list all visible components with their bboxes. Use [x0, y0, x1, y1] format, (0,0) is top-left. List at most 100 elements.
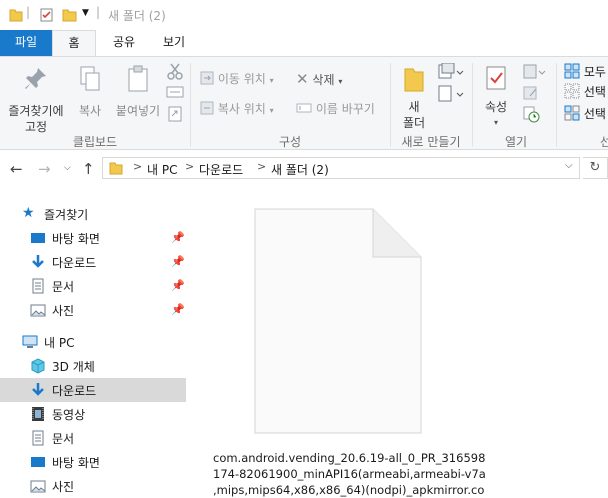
select-group-label: 선 — [600, 135, 608, 149]
organize-group-label: 구성 — [278, 135, 302, 149]
delete-button[interactable]: ✕ 삭제 ▾ — [296, 70, 342, 88]
sidebar-item-desktop[interactable]: 바탕 화면 📌 — [0, 226, 186, 250]
sidebar-item-label: 즐겨찾기 — [44, 208, 89, 222]
sidebar-item-label: 바탕 화면 — [52, 232, 100, 246]
sidebar-item-desktop-pc[interactable]: 바탕 화면 — [0, 450, 186, 474]
group-separator — [556, 63, 557, 147]
breadcrumb-new-folder-2[interactable]: 새 폴더 (2) — [271, 161, 329, 178]
rename-icon — [296, 103, 312, 113]
computer-icon — [22, 335, 38, 348]
invert-selection-label: 선택 — [583, 107, 606, 121]
copy-icon — [80, 66, 100, 91]
forward-arrow-icon[interactable]: → — [38, 160, 51, 178]
pin-icon[interactable]: 📌 — [171, 231, 185, 244]
tab-home[interactable]: 홈 — [52, 30, 96, 56]
tab-file[interactable]: 파일 — [0, 30, 52, 56]
pin-icon[interactable]: 📌 — [171, 303, 185, 316]
new-folder-icon — [404, 68, 424, 92]
pin-icon[interactable]: 📌 — [171, 255, 185, 268]
sidebar-item-label: 사진 — [52, 480, 75, 494]
copy-to-button[interactable]: 복사 위치 ▾ — [200, 100, 274, 117]
pin-to-quick-access-button[interactable]: 즐겨찾기에 고정 — [4, 65, 68, 135]
sidebar-item-label: 사진 — [52, 304, 75, 318]
pin-icon[interactable]: 📌 — [171, 279, 185, 292]
folder-icon — [109, 162, 123, 175]
paste-shortcut-icon[interactable] — [166, 105, 184, 126]
sidebar-item-3d-objects[interactable]: 3D 개체 — [0, 354, 186, 378]
properties-button[interactable]: 속성 ▾ — [478, 65, 514, 131]
cut-icon[interactable] — [166, 63, 184, 84]
sidebar-item-label: 동영상 — [52, 408, 86, 422]
sidebar-item-label: 다운로드 — [52, 384, 97, 398]
copy-to-icon — [200, 101, 214, 115]
address-dropdown-icon[interactable]: ⌵ — [565, 160, 573, 171]
select-all-icon — [564, 63, 580, 79]
sidebar-item-label: 3D 개체 — [52, 360, 95, 374]
group-separator — [472, 63, 473, 147]
breadcrumb-downloads[interactable]: 다운로드 — [199, 161, 243, 178]
download-icon — [32, 383, 44, 396]
sidebar-item-downloads-pc[interactable]: 다운로드 — [0, 378, 186, 402]
rename-button[interactable]: 이름 바꾸기 — [296, 100, 375, 117]
pin-icon — [25, 68, 46, 89]
copy-to-label: 복사 위치 — [217, 102, 266, 116]
window-title: 새 폴더 (2) — [108, 9, 166, 23]
sidebar-item-pictures-pc[interactable]: 사진 — [0, 474, 186, 498]
desktop-icon — [31, 457, 45, 467]
document-icon — [32, 430, 44, 446]
tab-view[interactable]: 보기 — [154, 30, 194, 56]
sidebar-item-downloads[interactable]: 다운로드 📌 — [0, 250, 186, 274]
new-folder-quick-icon[interactable] — [62, 7, 78, 26]
new-folder-label: 새 폴더 — [402, 100, 426, 130]
select-none-label: 선택 — [583, 85, 606, 99]
breadcrumb-this-pc[interactable]: 내 PC — [147, 161, 177, 178]
file-name-line: 174-82061900_minAPI16(armeabi,armeabi-v7… — [213, 467, 486, 481]
move-to-button[interactable]: 이동 위치 ▾ — [200, 70, 274, 87]
edit-icon[interactable] — [522, 85, 540, 104]
select-all-label: 모두 — [583, 65, 606, 79]
navigation-bar: ← → ⌵ ↑ > 내 PC > 다운로드 > 새 폴더 (2) ⌵ ↻ — [0, 150, 608, 188]
easy-access-icon[interactable] — [438, 85, 464, 106]
select-none-button[interactable]: 선택 — [564, 83, 606, 100]
sidebar-item-videos[interactable]: 동영상 — [0, 402, 186, 426]
sidebar-item-label: 문서 — [52, 432, 75, 446]
address-box[interactable]: > 내 PC > 다운로드 > 새 폴더 (2) ⌵ — [102, 157, 580, 179]
open-group-label: 열기 — [504, 135, 528, 149]
quick-access-dropdown-icon[interactable]: ▼ — [82, 8, 89, 18]
3d-objects-icon — [31, 358, 45, 374]
properties-quick-icon[interactable] — [39, 7, 55, 26]
invert-selection-button[interactable]: 선택 — [564, 105, 606, 122]
delete-label: 삭제 — [312, 73, 335, 87]
open-icon[interactable] — [522, 63, 546, 84]
tab-share[interactable]: 공유 — [104, 30, 144, 56]
move-to-icon — [200, 71, 214, 85]
refresh-icon[interactable]: ↻ — [583, 157, 608, 179]
new-folder-button[interactable]: 새 폴더 — [396, 65, 432, 131]
move-to-label: 이동 위치 — [217, 72, 266, 86]
pictures-icon — [30, 480, 46, 493]
chevron-down-icon: ▾ — [269, 76, 274, 85]
divider: | — [96, 5, 101, 19]
sidebar-item-pictures[interactable]: 사진 📌 — [0, 298, 186, 322]
sidebar-item-label: 다운로드 — [52, 256, 97, 270]
title-bar: | ▼ | 새 폴더 (2) — [0, 0, 608, 30]
sidebar-item-quick-access[interactable]: ★ 즐겨찾기 — [0, 202, 186, 226]
recent-locations-icon[interactable]: ⌵ — [64, 163, 71, 173]
sidebar-item-this-pc[interactable]: 내 PC — [0, 330, 186, 354]
copy-button[interactable]: 복사 — [72, 65, 108, 119]
new-item-icon[interactable] — [438, 62, 464, 84]
up-arrow-icon[interactable]: ↑ — [82, 160, 95, 178]
sidebar-item-documents-pc[interactable]: 문서 — [0, 426, 186, 450]
copy-path-icon[interactable] — [166, 85, 184, 102]
chevron-down-icon: ▾ — [338, 77, 343, 86]
file-name-line: ,mips,mips64,x86,x86_64)(nodpi)_apkmirro… — [213, 483, 485, 497]
videos-icon — [32, 407, 44, 421]
back-arrow-icon[interactable]: ← — [10, 160, 23, 178]
navigation-pane: ★ 즐겨찾기 바탕 화면 📌 다운로드 📌 문서 📌 사진 📌 내 PC 3D … — [0, 196, 186, 496]
select-all-button[interactable]: 모두 — [564, 63, 606, 80]
sidebar-item-documents[interactable]: 문서 📌 — [0, 274, 186, 298]
history-icon[interactable] — [522, 105, 540, 126]
paste-label: 붙여넣기 — [115, 104, 161, 118]
breadcrumb-separator: > — [133, 160, 143, 173]
paste-button[interactable]: 붙여넣기 — [112, 65, 164, 119]
